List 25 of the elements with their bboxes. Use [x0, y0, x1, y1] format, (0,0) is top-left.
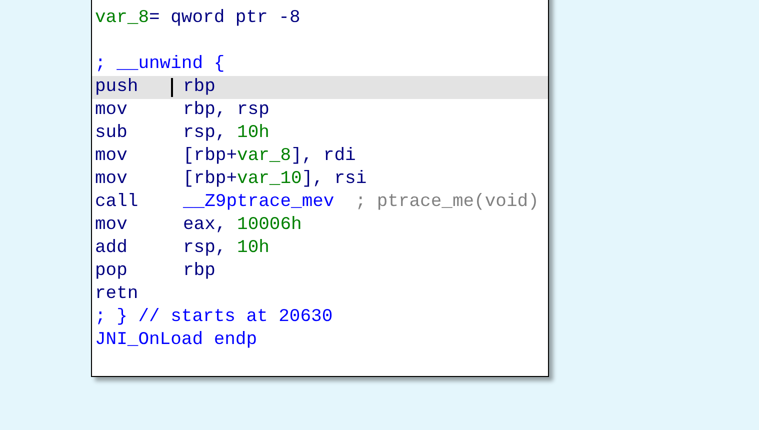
code-line: ; } // starts at 20630: [95, 306, 333, 329]
mnemonic: add: [95, 237, 128, 260]
operands: rbp: [183, 76, 216, 99]
code-line: JNI_OnLoad endp: [95, 329, 258, 352]
operands: eax, 10006h: [183, 214, 302, 237]
operands: __Z9ptrace_mev: [183, 191, 334, 214]
mnemonic: call: [95, 191, 138, 214]
mnemonic: mov: [95, 168, 128, 191]
text-cursor: [171, 78, 173, 97]
operands: rsp, 10h: [183, 122, 270, 145]
operands: [rbp+var_8], rdi: [183, 145, 356, 168]
mnemonic: mov: [95, 214, 128, 237]
operands: [rbp+var_10], rsi: [183, 168, 367, 191]
mnemonic: pop: [95, 260, 128, 283]
code-line: var_8= qword ptr -8: [95, 7, 300, 30]
mnemonic: push: [95, 76, 138, 99]
mnemonic: mov: [95, 99, 128, 122]
operands: rbp, rsp: [183, 99, 270, 122]
mnemonic: sub: [95, 122, 128, 145]
operands: rsp, 10h: [183, 237, 270, 260]
operands: rbp: [183, 260, 216, 283]
mnemonic: retn: [95, 283, 138, 306]
code-comment: ; ptrace_me(void): [355, 191, 539, 214]
code-line: ; __unwind {: [95, 53, 225, 76]
mnemonic: mov: [95, 145, 128, 168]
